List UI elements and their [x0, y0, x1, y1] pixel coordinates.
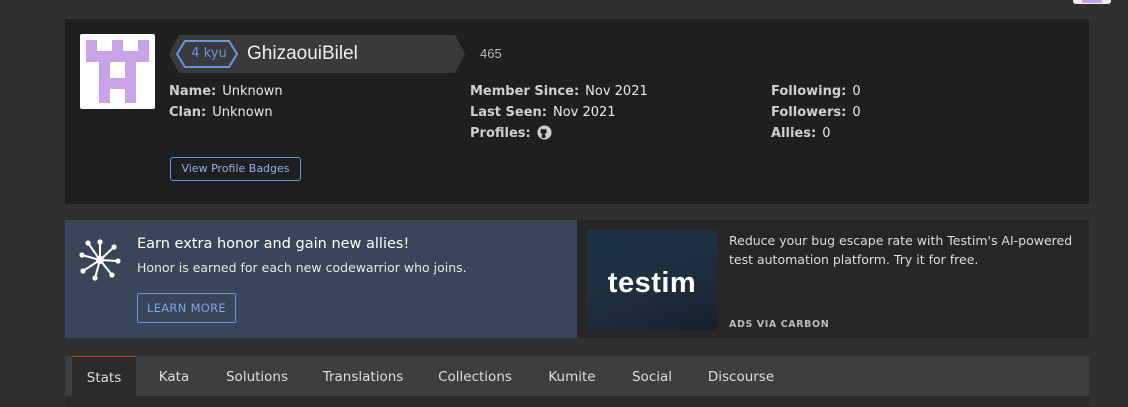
name-value: Unknown [222, 84, 283, 99]
allies-label: Allies: [771, 126, 817, 141]
member-since-value: Nov 2021 [585, 84, 648, 99]
rank-badge: 4 kyu [191, 46, 227, 61]
member-since-label: Member Since: [470, 84, 580, 99]
following-row[interactable]: Following: 0 [771, 81, 861, 102]
name-row: Name: Unknown [169, 81, 283, 102]
allies-row[interactable]: Allies: 0 [771, 123, 861, 144]
profile-card: 4 kyu GhizaouiBilel 465 Name: Unknown Cla… [65, 19, 1089, 204]
learn-more-button[interactable]: LEARN MORE [137, 293, 236, 323]
allies-subtitle: Honor is earned for each new codewarrior… [137, 260, 467, 275]
tab-discourse[interactable]: Discourse [701, 356, 781, 396]
ad-image[interactable]: testim [587, 230, 717, 330]
clan-value: Unknown [212, 105, 273, 120]
allies-value: 0 [822, 126, 831, 141]
profile-info-middle: Member Since: Nov 2021 Last Seen: Nov 2021… [470, 81, 648, 147]
last-seen-value: Nov 2021 [552, 105, 616, 120]
tab-social[interactable]: Social [623, 356, 681, 396]
profiles-label: Profiles: [470, 126, 531, 141]
github-icon[interactable] [537, 125, 552, 147]
username: GhizaouiBilel [247, 43, 358, 64]
member-since-row: Member Since: Nov 2021 [470, 81, 648, 102]
testim-logo: testim [607, 267, 697, 299]
name-plate: 4 kyu GhizaouiBilel [169, 35, 465, 73]
followers-row[interactable]: Followers: 0 [771, 102, 861, 123]
following-label: Following: [771, 84, 847, 99]
allies-banner: Earn extra honor and gain new allies! Ho… [65, 220, 577, 338]
view-profile-badges-button[interactable]: View Profile Badges [170, 157, 301, 181]
last-seen-row: Last Seen: Nov 2021 [470, 102, 648, 123]
last-seen-label: Last Seen: [470, 105, 547, 120]
allies-title: Earn extra honor and gain new allies! [137, 236, 410, 252]
tab-kumite[interactable]: Kumite [540, 356, 604, 396]
top-right-avatar-badge[interactable] [1073, 0, 1111, 4]
clan-label: Clan: [169, 105, 207, 120]
profile-info-right: Following: 0 Followers: 0 Allies: 0 [771, 81, 861, 144]
ads-via-carbon-link[interactable]: ADS VIA CARBON [729, 319, 829, 330]
honor-score: 465 [480, 46, 502, 61]
followers-value: 0 [852, 105, 861, 120]
tab-kata[interactable]: Kata [145, 356, 203, 396]
tab-solutions[interactable]: Solutions [217, 356, 297, 396]
profile-info-left: Name: Unknown Clan: Unknown [169, 81, 283, 123]
followers-label: Followers: [771, 105, 847, 120]
network-icon [78, 238, 122, 286]
name-label: Name: [169, 84, 217, 99]
ad-text[interactable]: Reduce your bug escape rate with Testim'… [729, 231, 1074, 269]
profile-tabs: Stats Kata Solutions Translations Collec… [65, 356, 1089, 397]
user-avatar [80, 34, 155, 109]
carbon-ad[interactable]: testim Reduce your bug escape rate with … [577, 220, 1089, 338]
profiles-row: Profiles: [470, 123, 648, 147]
following-value: 0 [852, 84, 861, 99]
clan-row: Clan: Unknown [169, 102, 283, 123]
tab-translations[interactable]: Translations [315, 356, 411, 396]
tab-collections[interactable]: Collections [429, 356, 521, 396]
tab-content [65, 396, 1089, 407]
tab-stats[interactable]: Stats [72, 356, 136, 397]
